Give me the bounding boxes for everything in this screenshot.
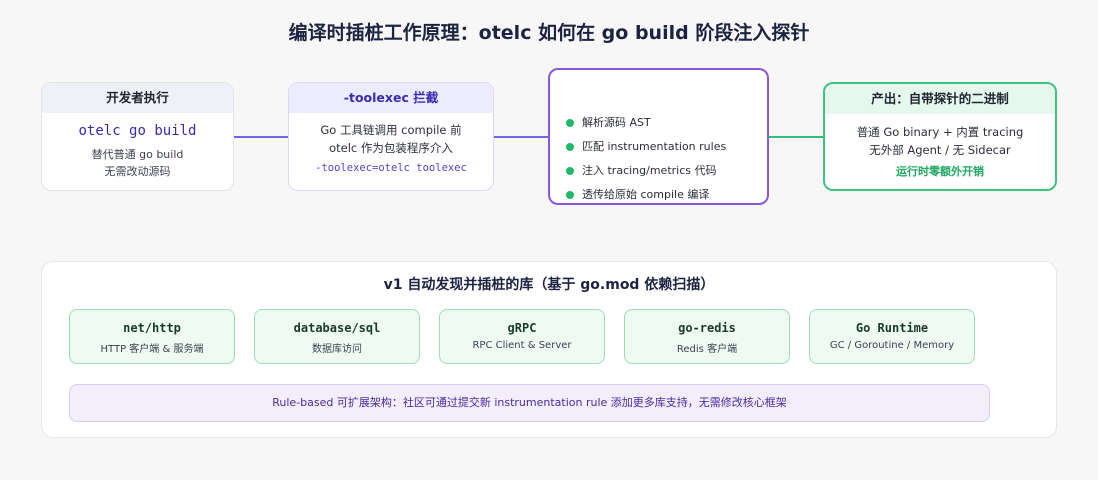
dev-card-header: 开发者执行 [42,83,233,113]
library-name: Go Runtime [855,321,929,335]
output-line-2: 无外部 Agent / 无 Sidecar [869,143,1011,157]
process-step-label: 注入 tracing/metrics 代码 [582,164,717,177]
libraries-title: v1 自动发现并插桩的库（基于 go.mod 依赖扫描） [383,277,715,293]
library-card-grpc: gRPC RPC Client & Server [439,309,605,364]
connector-toolexec-to-process [494,136,548,138]
page-title: 编译时插桩工作原理：otelc 如何在 go build 阶段注入探针 [288,22,810,44]
library-desc: 数据库访问 [312,344,362,355]
library-card-net-http: net/http HTTP 客户端 & 服务端 [69,309,235,364]
output-highlight: 运行时零额外开销 [896,165,984,178]
process-step: 透传给原始 compile 编译 [566,183,726,203]
library-card-go-redis: go-redis Redis 客户端 [624,309,790,364]
dev-command: otelc go build [78,123,197,139]
toolexec-card-header: -toolexec 拦截 [289,83,493,113]
bullet-dot-icon [566,119,574,127]
library-desc: GC / Goroutine / Memory [829,340,955,351]
library-desc: HTTP 客户端 & 服务端 [100,344,204,355]
process-step-label: 匹配 instrumentation rules [582,140,727,153]
toolexec-line-2: otelc 作为包装程序介入 [329,141,453,155]
output-card: 产出：自带探针的二进制 普通 Go binary + 内置 tracing 无外… [823,82,1057,191]
library-name: gRPC [507,321,537,335]
connector-process-to-output [769,136,823,138]
bullet-dot-icon [566,167,574,175]
bullet-dot-icon [566,191,574,199]
dev-line-1: 替代普通 go build [91,148,184,161]
toolexec-line-1: Go 工具链调用 compile 前 [320,123,462,137]
dev-line-2: 无需改动源码 [104,165,171,178]
toolexec-code: -toolexec=otelc toolexec [315,162,467,174]
process-steps: 解析源码 AST 匹配 instrumentation rules 注入 tra… [566,111,726,203]
dev-command-card: 开发者执行 otelc go build 替代普通 go build 无需改动源… [41,82,234,191]
library-name: database/sql [293,321,381,335]
process-step: 注入 tracing/metrics 代码 [566,159,726,183]
output-card-header: 产出：自带探针的二进制 [825,84,1055,114]
extensibility-note: Rule-based 可扩展架构：社区可通过提交新 instrumentatio… [69,384,990,422]
process-card: 解析源码 AST 匹配 instrumentation rules 注入 tra… [548,68,769,205]
library-name: net/http [123,321,181,335]
process-step: 匹配 instrumentation rules [566,135,726,159]
library-card-go-runtime: Go Runtime GC / Goroutine / Memory [809,309,975,364]
process-step-label: 解析源码 AST [582,116,651,129]
library-card-database-sql: database/sql 数据库访问 [254,309,420,364]
toolexec-card: -toolexec 拦截 Go 工具链调用 compile 前 otelc 作为… [288,82,494,191]
output-line-1: 普通 Go binary + 内置 tracing [856,125,1024,139]
bullet-dot-icon [566,143,574,151]
library-desc: Redis 客户端 [676,344,738,355]
library-desc: RPC Client & Server [472,340,572,351]
library-name: go-redis [678,321,736,335]
connector-dev-to-toolexec [234,136,288,138]
libraries-panel: v1 自动发现并插桩的库（基于 go.mod 依赖扫描） net/http HT… [41,261,1057,438]
process-step-label: 透传给原始 compile 编译 [582,188,710,201]
process-step: 解析源码 AST [566,111,726,135]
